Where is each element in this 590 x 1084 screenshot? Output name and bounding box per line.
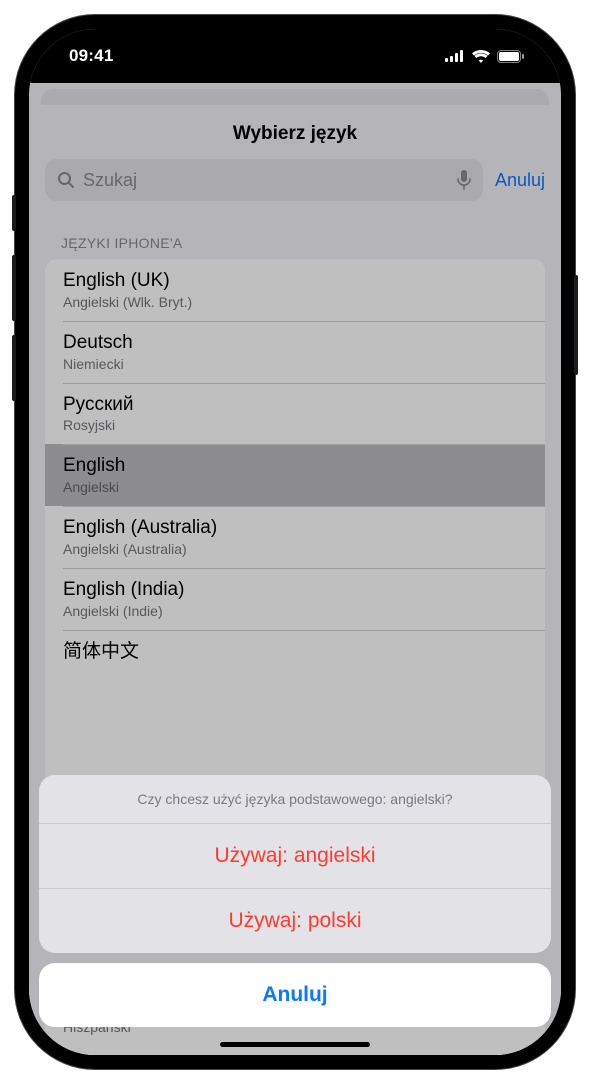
- action-sheet-group: Czy chcesz użyć języka podstawowego: ang…: [39, 775, 551, 953]
- search-row: Anuluj: [29, 159, 561, 211]
- language-native: English (India): [63, 579, 527, 602]
- use-english-button[interactable]: Używaj: angielski: [39, 824, 551, 888]
- language-item-english[interactable]: English Angielski: [45, 444, 545, 506]
- volume-up-button: [12, 255, 16, 321]
- screen: 09:41 Wybierz język: [29, 29, 561, 1055]
- language-local: Niemiecki: [63, 356, 527, 372]
- battery-icon: [497, 50, 525, 63]
- language-native: English: [63, 455, 527, 478]
- sheet-title: Wybierz język: [29, 123, 561, 145]
- action-sheet-cancel-button[interactable]: Anuluj: [39, 963, 551, 1027]
- status-icons: [445, 50, 525, 63]
- action-sheet-prompt: Czy chcesz użyć języka podstawowego: ang…: [39, 775, 551, 824]
- action-sheet: Czy chcesz użyć języka podstawowego: ang…: [39, 775, 551, 1027]
- language-item-english-uk[interactable]: English (UK) Angielski (Wlk. Bryt.): [45, 259, 545, 321]
- language-local: Angielski (Indie): [63, 603, 527, 619]
- language-item-russian[interactable]: Русский Rosyjski: [45, 383, 545, 445]
- language-local: Rosyjski: [63, 417, 527, 433]
- search-icon: [57, 171, 75, 189]
- language-local: Angielski (Wlk. Bryt.): [63, 294, 527, 310]
- language-item-deutsch[interactable]: Deutsch Niemiecki: [45, 321, 545, 383]
- language-native: 简体中文: [63, 641, 527, 664]
- language-native: English (Australia): [63, 517, 527, 540]
- phone-frame: 09:41 Wybierz język: [15, 15, 575, 1069]
- language-native: English (UK): [63, 270, 527, 293]
- status-time: 09:41: [69, 46, 113, 66]
- dynamic-island: [225, 43, 365, 79]
- language-item-english-au[interactable]: English (Australia) Angielski (Australia…: [45, 506, 545, 568]
- use-polish-button[interactable]: Używaj: polski: [39, 888, 551, 953]
- language-local: Angielski (Australia): [63, 541, 527, 557]
- search-cancel-button[interactable]: Anuluj: [495, 170, 545, 191]
- section-header: JĘZYKI IPHONE'A: [29, 211, 561, 259]
- language-native: Русский: [63, 394, 527, 417]
- cellular-icon: [445, 50, 465, 62]
- language-item-english-in[interactable]: English (India) Angielski (Indie): [45, 568, 545, 630]
- mic-icon[interactable]: [457, 170, 471, 190]
- wifi-icon: [472, 50, 490, 63]
- volume-down-button: [12, 335, 16, 401]
- search-field[interactable]: [45, 159, 483, 201]
- language-native: Deutsch: [63, 332, 527, 355]
- home-indicator[interactable]: [220, 1042, 370, 1047]
- side-button: [12, 195, 16, 231]
- power-button: [574, 275, 578, 375]
- search-input[interactable]: [83, 170, 449, 191]
- language-local: Angielski: [63, 479, 527, 495]
- sheet-header: Wybierz język: [29, 105, 561, 159]
- language-list: English (UK) Angielski (Wlk. Bryt.) Deut…: [45, 259, 545, 864]
